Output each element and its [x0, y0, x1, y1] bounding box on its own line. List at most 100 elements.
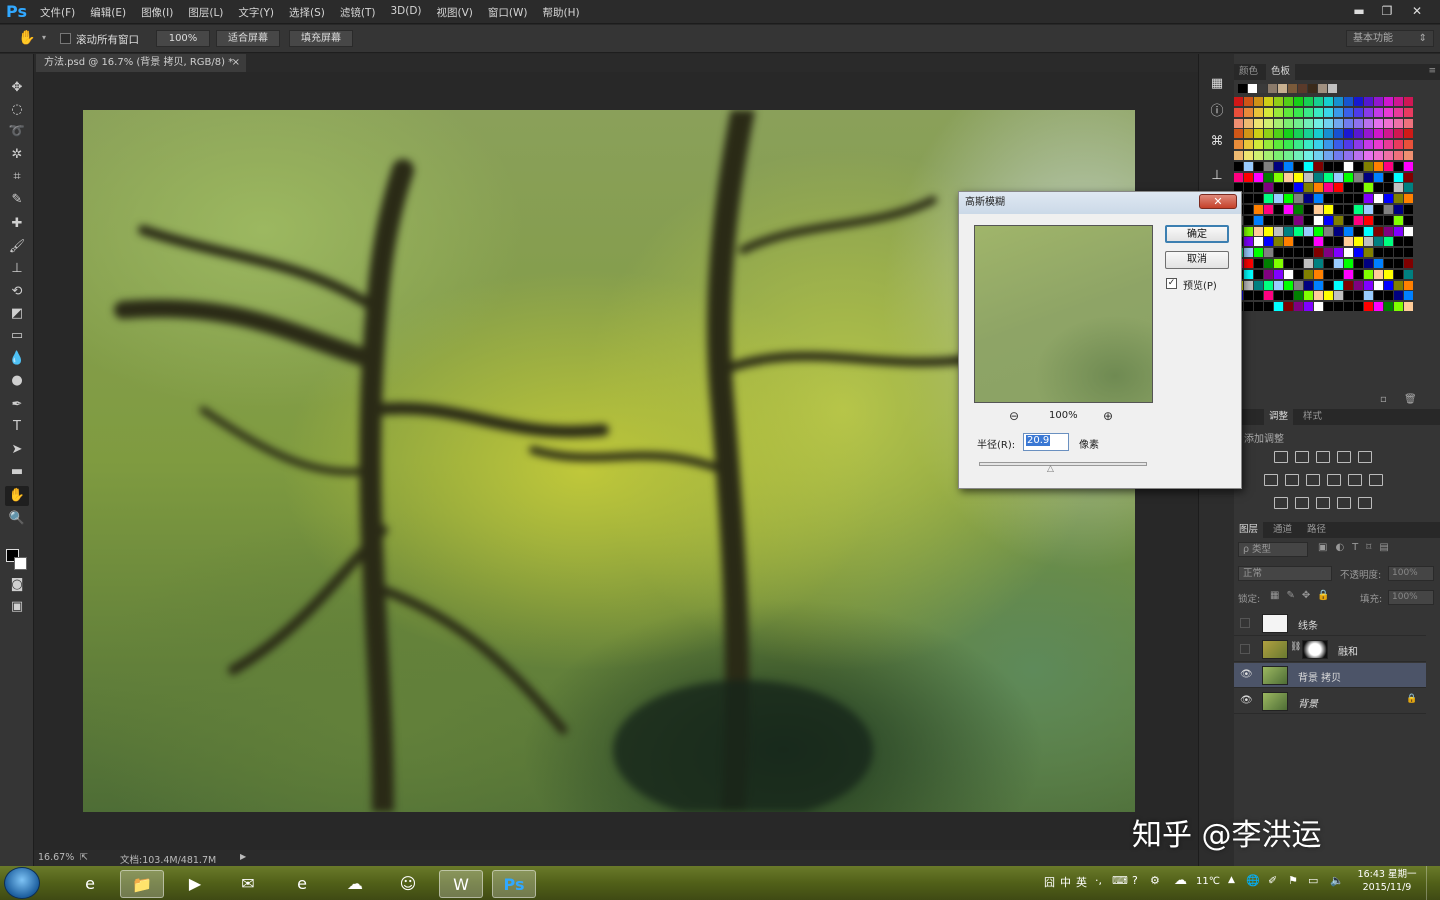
- swatch[interactable]: [1374, 258, 1383, 268]
- screen-mode-icon[interactable]: ▣: [5, 597, 29, 617]
- swatch[interactable]: [1364, 269, 1373, 279]
- swatch[interactable]: [1304, 269, 1313, 279]
- swatch[interactable]: [1284, 183, 1293, 193]
- marquee-tool-icon[interactable]: ◌: [5, 100, 29, 120]
- swatch[interactable]: [1354, 226, 1363, 236]
- swatch[interactable]: [1284, 194, 1293, 204]
- radius-slider-track[interactable]: [979, 462, 1147, 466]
- swatch[interactable]: [1394, 215, 1403, 225]
- tab-channels[interactable]: 通道: [1268, 522, 1297, 538]
- background-color-swatch[interactable]: [14, 557, 27, 570]
- swatch[interactable]: [1264, 204, 1273, 214]
- swatch[interactable]: [1374, 248, 1383, 258]
- swatch[interactable]: [1384, 302, 1393, 312]
- swatch[interactable]: [1264, 129, 1273, 139]
- swatch[interactable]: [1314, 161, 1323, 171]
- fill-screen-button[interactable]: 填充屏幕: [289, 30, 353, 47]
- swatch[interactable]: [1314, 237, 1323, 247]
- swatch[interactable]: [1324, 118, 1333, 128]
- swatch[interactable]: [1384, 172, 1393, 182]
- swatch[interactable]: [1324, 172, 1333, 182]
- ime-toolbar-icon[interactable]: 囧: [1044, 874, 1055, 890]
- swatch[interactable]: [1344, 194, 1353, 204]
- swatch[interactable]: [1374, 140, 1383, 150]
- quick-mask-icon[interactable]: ◙: [5, 575, 29, 595]
- radius-input[interactable]: 20.9: [1023, 433, 1069, 451]
- swatch[interactable]: [1294, 258, 1303, 268]
- swatch[interactable]: [1404, 183, 1413, 193]
- swatch[interactable]: [1254, 215, 1263, 225]
- swatch[interactable]: [1244, 118, 1253, 128]
- swatch[interactable]: [1284, 302, 1293, 312]
- panel-menu-icon[interactable]: ≡: [1428, 66, 1436, 76]
- swatch[interactable]: [1334, 107, 1343, 117]
- swatch[interactable]: [1264, 248, 1273, 258]
- swatch[interactable]: [1404, 107, 1413, 117]
- zoom-in-icon[interactable]: ⊕: [1103, 409, 1113, 423]
- swatch[interactable]: [1294, 226, 1303, 236]
- swatch[interactable]: [1334, 248, 1343, 258]
- swatch[interactable]: [1254, 280, 1263, 290]
- swatch[interactable]: [1304, 237, 1313, 247]
- swatch[interactable]: [1244, 161, 1253, 171]
- hand-tool-icon[interactable]: ✋: [18, 30, 35, 46]
- menu-item[interactable]: 3D(D): [390, 5, 421, 20]
- swatch[interactable]: [1364, 118, 1373, 128]
- swatch[interactable]: [1404, 237, 1413, 247]
- swatch[interactable]: [1304, 215, 1313, 225]
- swatch[interactable]: [1404, 129, 1413, 139]
- swatch[interactable]: [1404, 97, 1413, 106]
- swatch[interactable]: [1364, 172, 1373, 182]
- swatch[interactable]: [1294, 150, 1303, 160]
- swatch[interactable]: [1284, 129, 1293, 139]
- swatch[interactable]: [1244, 140, 1253, 150]
- swatch[interactable]: [1254, 140, 1263, 150]
- chain-link-icon[interactable]: ⛓: [1290, 642, 1301, 652]
- swatch[interactable]: [1334, 150, 1343, 160]
- type-tool-icon[interactable]: T: [5, 417, 29, 437]
- swatch[interactable]: [1284, 204, 1293, 214]
- swatch[interactable]: [1284, 258, 1293, 268]
- swatch[interactable]: [1334, 161, 1343, 171]
- swatch[interactable]: [1234, 172, 1243, 182]
- swatch[interactable]: [1404, 302, 1413, 312]
- swatch[interactable]: [1244, 269, 1253, 279]
- swatch[interactable]: [1324, 150, 1333, 160]
- swatch[interactable]: [1364, 183, 1373, 193]
- swatch[interactable]: [1344, 215, 1353, 225]
- swatch[interactable]: [1404, 172, 1413, 182]
- swatch[interactable]: [1374, 226, 1383, 236]
- swatch[interactable]: [1244, 204, 1253, 214]
- swatch[interactable]: [1274, 269, 1283, 279]
- swatch[interactable]: [1274, 204, 1283, 214]
- swatch[interactable]: [1384, 129, 1393, 139]
- keyboard-icon[interactable]: ⌨: [1112, 874, 1128, 887]
- swatch[interactable]: [1374, 107, 1383, 117]
- swatch[interactable]: [1254, 237, 1263, 247]
- swatch[interactable]: [1244, 302, 1253, 312]
- visibility-toggle[interactable]: [1240, 618, 1250, 628]
- swatch[interactable]: [1284, 172, 1293, 182]
- swatch[interactable]: [1244, 237, 1253, 247]
- swatch[interactable]: [1284, 269, 1293, 279]
- swatch[interactable]: [1274, 172, 1283, 182]
- swatch[interactable]: [1354, 237, 1363, 247]
- photoshop-taskbar-icon[interactable]: Ps: [492, 870, 536, 898]
- swatch[interactable]: [1404, 194, 1413, 204]
- swatch[interactable]: [1354, 204, 1363, 214]
- swatch[interactable]: [1284, 140, 1293, 150]
- menu-item[interactable]: 滤镜(T): [340, 5, 376, 20]
- swatch[interactable]: [1254, 204, 1263, 214]
- swatch[interactable]: [1384, 97, 1393, 106]
- levels-icon[interactable]: [1295, 451, 1309, 463]
- swatch[interactable]: [1394, 237, 1403, 247]
- swatch[interactable]: [1314, 172, 1323, 182]
- rectangle-tool-icon[interactable]: ▬: [5, 462, 29, 482]
- swatch[interactable]: [1334, 183, 1343, 193]
- swatch[interactable]: [1294, 269, 1303, 279]
- swatch[interactable]: [1334, 194, 1343, 204]
- swatch[interactable]: [1394, 291, 1403, 301]
- swatch[interactable]: [1374, 183, 1383, 193]
- document-tab[interactable]: 方法.psd @ 16.7% (背景 拷贝, RGB/8) * ×: [36, 54, 246, 72]
- swatch[interactable]: [1384, 280, 1393, 290]
